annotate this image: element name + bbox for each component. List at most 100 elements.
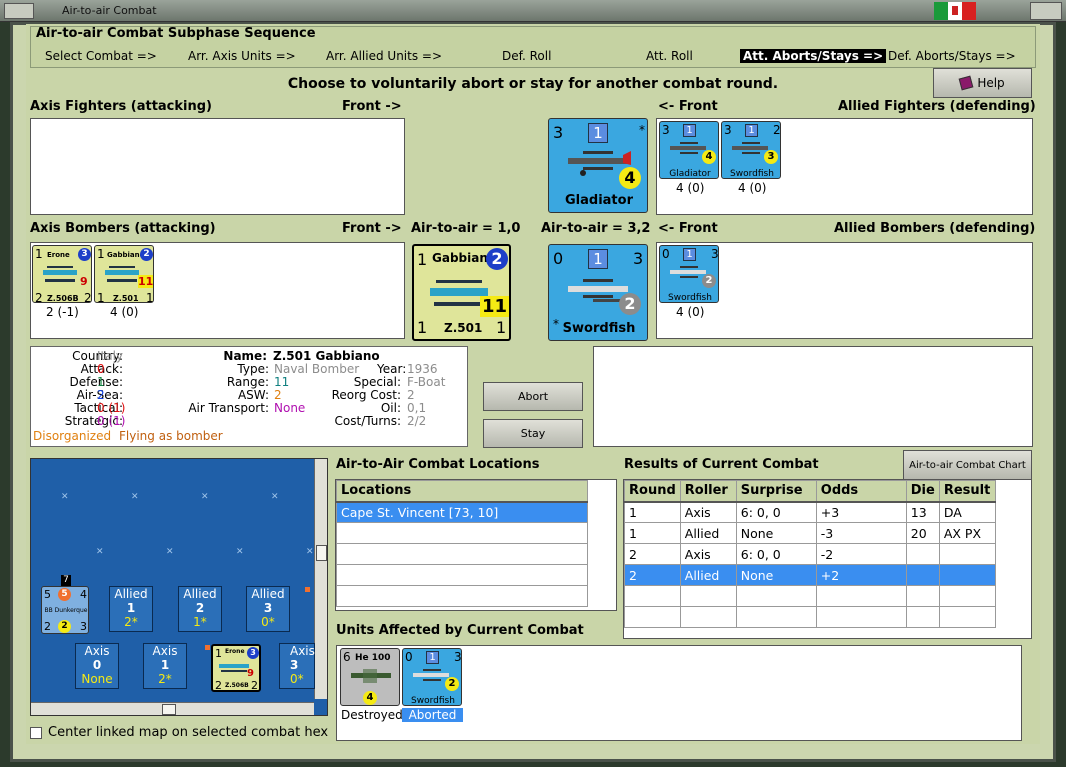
reorg-label: Reorg Cost:	[331, 388, 401, 402]
cell-die	[905, 543, 940, 565]
table-row-selected[interactable]: 2 Allied None +2	[624, 564, 996, 586]
unit-top-left: 1	[417, 250, 428, 269]
cell-die: 13	[905, 501, 940, 523]
center-linked-checkbox[interactable]	[30, 727, 42, 739]
costturns-label: Cost/Turns:	[334, 414, 401, 428]
axis-box-3[interactable]: Axis 3 0*	[279, 643, 315, 689]
fighter-plane-icon	[351, 669, 391, 683]
gabbiano-combat-unit[interactable]: 1 Gabbiano 2 11 1 Z.501 1	[412, 244, 511, 341]
air-to-air-allied: Air-to-air = 3,2	[541, 221, 651, 236]
locations-list[interactable]: Locations Cape St. Vincent [73, 10]	[335, 479, 617, 611]
gladiator-combat-unit[interactable]: 3 1 * 4 Gladiator	[548, 118, 648, 213]
axis-fighters-box[interactable]	[30, 118, 405, 215]
unit-name: He 100	[355, 653, 391, 663]
stay-button[interactable]: Stay	[483, 419, 583, 448]
range-label: Range:	[226, 375, 269, 389]
linked-map[interactable]: ✕✕✕✕ ✕✕✕✕ ✕✕✕✕ 7 5 5 4 BB Dunkerque 2 2 …	[30, 458, 328, 716]
oil-label: Oil:	[380, 401, 401, 415]
cell-surprise: 6: 0, 0	[735, 501, 817, 523]
phase-step-att-roll: Att. Roll	[646, 49, 693, 63]
swordfish-combat-unit[interactable]: 0 1 3 2 * Swordfish	[548, 244, 648, 341]
swordfish-allied-bomber-unit[interactable]: 0 1 3 2 Swordfish	[659, 245, 719, 303]
unit-attack: 0	[405, 650, 413, 664]
box-value: 1*	[193, 615, 207, 629]
year-label: Year:	[377, 362, 407, 376]
location-row-empty	[336, 543, 588, 565]
map-vscroll-thumb[interactable]	[316, 545, 327, 561]
erone-axis-unit[interactable]: 1 Erone 3 9 2 Z.506B 2	[32, 245, 92, 303]
gladiator-allied-unit[interactable]: 3 1 4 Gladiator	[659, 121, 719, 179]
locations-title: Air-to-Air Combat Locations	[336, 457, 540, 472]
box-number: 3	[263, 601, 273, 615]
help-label: Help	[977, 76, 1005, 90]
unit-value: 9	[247, 668, 254, 679]
table-row[interactable]: 1 Allied None -3 20 AX PX	[624, 522, 996, 544]
allied-box-3[interactable]: Allied 3 0*	[246, 586, 290, 632]
swordfish-affected-unit[interactable]: 0 1 3 2 Swordfish	[402, 648, 462, 706]
unit-top-left: 1	[35, 247, 43, 261]
box-value: 2*	[158, 672, 172, 686]
tactical-value: 0 (1)	[97, 401, 126, 415]
unit-bottom-left: 2	[215, 679, 222, 692]
unit-circle: 2	[486, 248, 508, 270]
ship-name: BB Dunkerque	[44, 607, 88, 614]
cell-round: 2	[624, 564, 681, 586]
location-row[interactable]: Cape St. Vincent [73, 10]	[336, 501, 588, 523]
unit-attack: 6	[343, 650, 351, 664]
status-disorganized: Disorganized	[33, 429, 112, 443]
table-row[interactable]: 2 Axis 6: 0, 0 -2	[624, 543, 996, 565]
svg-text:✕: ✕	[236, 547, 244, 557]
map-vertical-scrollbar[interactable]	[314, 459, 327, 699]
air-to-air-chart-button[interactable]: Air-to-air Combat Chart	[903, 450, 1032, 480]
abort-button[interactable]: Abort	[483, 382, 583, 411]
table-row[interactable]: 1 Axis 6: 0, 0 +3 13 DA	[624, 501, 996, 523]
allied-box-1[interactable]: Allied 1 2*	[109, 586, 153, 632]
front-label-allied-fighters: <- Front	[658, 99, 718, 114]
allied-box-2[interactable]: Allied 2 1*	[178, 586, 222, 632]
name-label: Name:	[223, 349, 267, 363]
unit-name: Erone	[47, 251, 70, 259]
cell-roller: Axis	[679, 543, 737, 565]
map-hscroll-thumb[interactable]	[162, 704, 176, 715]
cell-roller: Allied	[679, 564, 737, 586]
close-button[interactable]	[1030, 2, 1062, 20]
range-value: 11	[274, 375, 290, 389]
instruction-text: Choose to voluntarily abort or stay for …	[287, 76, 779, 92]
special-value: F-Boat	[407, 375, 446, 389]
unit-bottom-right: 2	[84, 291, 92, 303]
front-label-axis-bombers: Front ->	[342, 221, 402, 236]
unit-top-right: 3	[711, 247, 719, 261]
aborted-caption: Aborted	[402, 708, 463, 722]
ship-stack-count: 7	[61, 575, 71, 586]
cell-result: AX PX	[938, 522, 996, 544]
axis-box-0[interactable]: Axis 0 None	[75, 643, 119, 689]
swordfish-allied-fighter-unit[interactable]: 3 1 2 3 Swordfish	[721, 121, 781, 179]
unit-attack: 0	[662, 247, 670, 261]
unit-attack: 3	[662, 123, 670, 137]
window-title: Air-to-air Combat	[62, 4, 157, 17]
map-erone-unit[interactable]: 1 Erone 3 9 2 Z.506B 2	[211, 644, 261, 692]
gabbiano-axis-unit[interactable]: 1 Gabbiano 2 11 1 Z.501 1	[94, 245, 154, 303]
special-label: Special:	[353, 375, 401, 389]
phase-step-arr-allied: Arr. Allied Units =>	[326, 49, 443, 63]
bb-dunkerque-unit[interactable]: 5 5 4 BB Dunkerque 2 2 3	[41, 586, 89, 634]
unit-name: Gabbiano	[107, 251, 145, 259]
front-label-axis-fighters: Front ->	[342, 99, 402, 114]
axis-box-1[interactable]: Axis 1 2*	[143, 643, 187, 689]
cell-odds: -2	[815, 543, 907, 565]
he100-affected-unit[interactable]: 6 He 100 4	[340, 648, 400, 706]
phase-step-def-aborts: Def. Aborts/Stays =>	[888, 49, 1016, 63]
location-row-empty	[336, 564, 588, 586]
phase-title: Air-to-air Combat Subphase Sequence	[36, 26, 316, 41]
italy-flag-icon	[934, 2, 976, 20]
help-button[interactable]: Help	[933, 68, 1032, 98]
axis-fighters-label: Axis Fighters (attacking)	[30, 99, 212, 114]
unit-value-circle: 2	[445, 677, 459, 691]
airsea-value: 2	[97, 388, 105, 402]
map-horizontal-scrollbar[interactable]	[31, 702, 314, 715]
box-side: Axis	[152, 644, 178, 658]
location-name: Cape St. Vincent [73, 10]	[336, 501, 588, 523]
ship-right: 4	[80, 588, 87, 601]
system-menu-icon[interactable]	[4, 3, 34, 19]
svg-text:✕: ✕	[201, 492, 209, 502]
